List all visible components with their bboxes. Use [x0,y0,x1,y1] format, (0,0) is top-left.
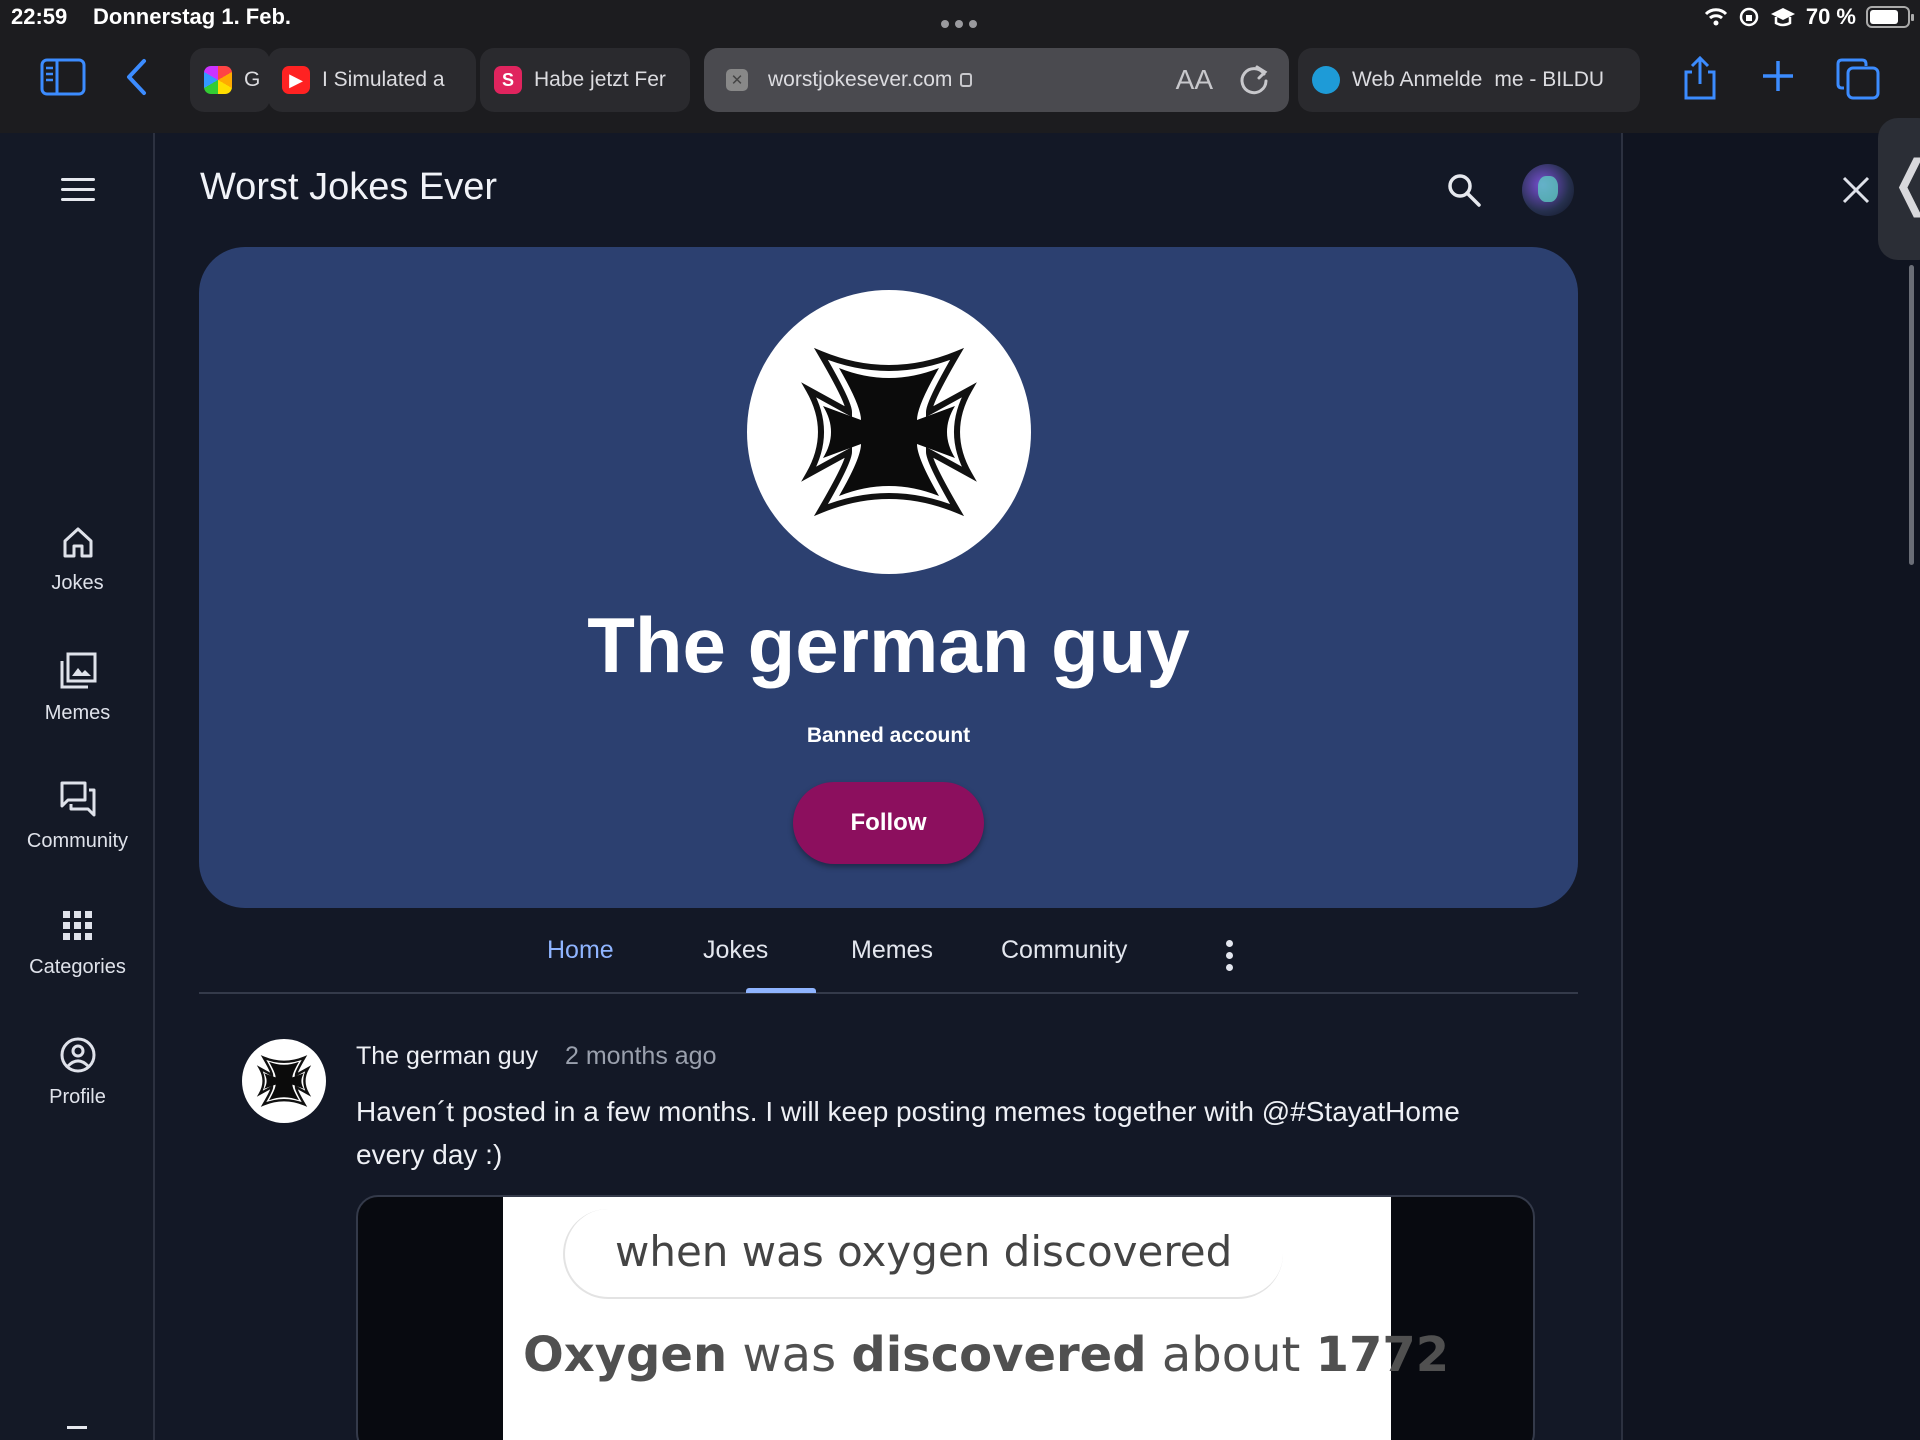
tab-title: I Simulated a [322,68,445,91]
wifi-icon [1704,8,1727,26]
scrollbar[interactable] [1909,265,1914,565]
close-icon[interactable] [1840,174,1872,206]
tab-home[interactable]: Home [547,936,614,965]
hamburger-menu-icon[interactable] [61,178,95,202]
tab-title: G [244,68,261,91]
iron-cross-icon [256,1055,312,1107]
meme-image: when was oxygen discovered Oxygen was di… [503,1197,1449,1440]
status-date: Donnerstag 1. Feb. [93,4,292,29]
chevron-left-icon: ❬ [1886,148,1920,218]
education-icon [1770,8,1795,27]
more-icon[interactable] [67,1426,87,1440]
tab-memes[interactable]: Memes [851,936,933,965]
meme-search-box: when was oxygen discovered [563,1209,1283,1299]
sidebar-toggle-icon[interactable] [40,58,86,96]
account-status: Banned account [806,724,971,747]
reload-icon[interactable] [1237,62,1271,96]
meme-question: when was oxygen discovered [615,1227,1233,1276]
image-icon [60,652,96,689]
sidebar-item-label: Community [26,830,129,852]
right-pane [1621,133,1920,1440]
grid-icon [62,911,92,940]
profile-name: The german guy [587,601,1190,689]
sidebar-item-label: Categories [29,956,126,978]
tab-community[interactable]: Community [1001,936,1127,965]
google-photos-icon [204,66,232,94]
status-time: 22:59 [11,4,68,29]
follow-button[interactable]: Follow [793,782,984,864]
post-text: Haven´t posted in a few months. I will k… [356,1096,1460,1170]
browser-tab[interactable]: ▶ I Simulated a [268,48,476,112]
sidebar-item-jokes[interactable]: Jokes [0,524,155,595]
sidebar-item-categories[interactable]: Categories [0,908,155,979]
battery-percent: 70 % [1805,4,1856,29]
side-panel-handle[interactable]: ❬ [1878,118,1920,260]
profile-tabs: Home Jokes Memes Community [199,922,1578,994]
s-icon: S [494,66,522,94]
youtube-icon: ▶ [282,66,310,94]
active-tab-indicator [746,988,816,993]
address-url[interactable]: worstjokesever.com [768,68,952,92]
chat-icon [60,781,95,817]
iron-cross-icon [801,347,977,517]
status-bar: 22:59 Donnerstag 1. Feb. 70 % [0,0,1920,36]
web-icon [1312,66,1340,94]
tab-title: Web Anmelde [1352,68,1483,91]
back-icon[interactable] [124,58,150,96]
home-icon [63,527,92,558]
multitasking-dots-icon[interactable] [938,8,982,28]
profile-icon [60,1037,95,1073]
sidebar-item-community[interactable]: Community [0,780,155,853]
sidebar-item-label: Memes [44,702,111,724]
orientation-lock-icon [1739,7,1759,27]
tab-title: Habe jetzt Fer [534,68,666,91]
profile-avatar [747,290,1031,574]
battery-icon [1866,6,1914,28]
post-author[interactable]: The german guy [356,1042,538,1071]
new-tab-icon[interactable] [1760,58,1796,94]
meme-answer: Oxygen was discovered about 1772 [523,1327,1450,1383]
tab-jokes[interactable]: Jokes [703,936,768,965]
more-options-icon[interactable] [1226,940,1234,976]
close-tab-icon[interactable]: ✕ [726,69,748,91]
browser-tab-active[interactable]: ✕ worstjokesever.com AA [704,48,1289,112]
status-right: 70 % [1704,4,1914,30]
reader-settings-button[interactable]: AA [1176,64,1213,96]
sidebar-item-label: Profile [49,1086,106,1108]
sidebar-item-memes[interactable]: Memes [0,652,155,725]
lock-icon [960,73,973,87]
search-icon[interactable] [1446,172,1482,208]
site-title[interactable]: Worst Jokes Ever [200,166,497,209]
browser-chrome: 22:59 Donnerstag 1. Feb. 70 % G ▶ I Simu… [0,0,1920,133]
browser-tab[interactable]: G [190,48,270,112]
browser-tab[interactable]: S Habe jetzt Fer [480,48,690,112]
sidebar-item-profile[interactable]: Profile [0,1036,155,1109]
user-avatar[interactable] [1522,164,1574,216]
post-media[interactable]: when was oxygen discovered Oxygen was di… [356,1195,1535,1440]
tab-overview-icon[interactable] [1836,58,1880,100]
sidebar-item-label: Jokes [51,572,104,594]
post-avatar[interactable] [242,1039,326,1123]
post-timestamp: 2 months ago [565,1042,717,1070]
browser-tab[interactable]: Web Anmelde me - BILDU [1298,48,1640,112]
share-icon[interactable] [1680,56,1720,102]
tab-title-rest: me - BILDU [1494,68,1605,91]
